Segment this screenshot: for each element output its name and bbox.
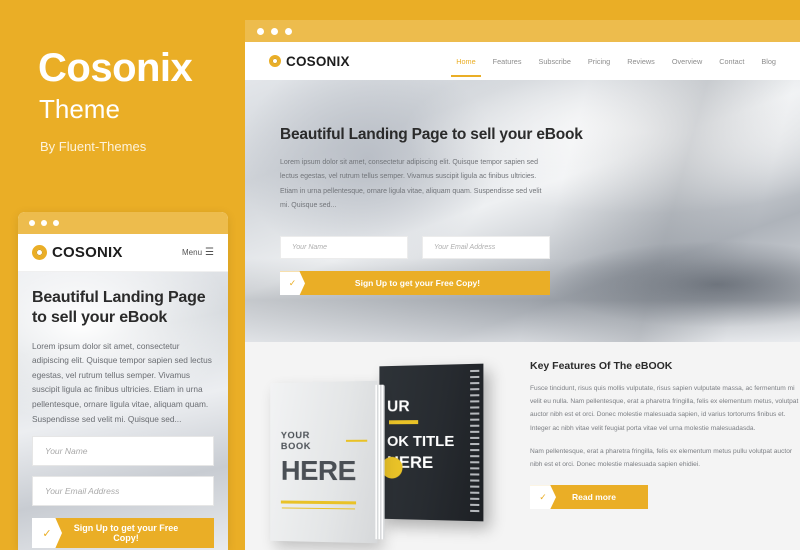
book-pages bbox=[375, 384, 385, 540]
read-more-label: Read more bbox=[572, 492, 616, 503]
nav-item-features[interactable]: Features bbox=[493, 46, 522, 77]
book-light: YOUR BOOK HERE bbox=[270, 380, 385, 544]
nav-item-contact[interactable]: Contact bbox=[719, 46, 744, 77]
mobile-menu-label: Menu bbox=[182, 248, 203, 257]
mobile-name-input[interactable]: Your Name bbox=[32, 436, 214, 467]
browser-titlebar bbox=[245, 20, 800, 42]
book-light-line2: HERE bbox=[280, 454, 356, 487]
nav-item-subscribe[interactable]: Subscribe bbox=[538, 46, 570, 77]
mobile-logo[interactable]: COSONIX bbox=[32, 244, 123, 261]
check-icon: ✓ bbox=[280, 271, 305, 296]
email-input[interactable]: Your Email Address bbox=[422, 236, 550, 260]
mobile-menu-button[interactable]: Menu ☰ bbox=[182, 246, 214, 258]
window-dot-minimize-icon[interactable] bbox=[41, 220, 47, 226]
features-paragraph-2: Nam pellentesque, erat a pharetra fringi… bbox=[530, 447, 793, 468]
book-light-rule bbox=[280, 500, 357, 505]
desktop-preview: COSONIX Home Features Subscribe Pricing … bbox=[245, 20, 800, 550]
book-light-line1: YOUR BOOK bbox=[281, 430, 368, 452]
signup-button-label: Sign Up to get your Free Copy! bbox=[354, 278, 481, 289]
brand-subtitle: Theme bbox=[39, 94, 120, 124]
mobile-hero: Beautiful Landing Page to sell your eBoo… bbox=[18, 272, 228, 550]
read-more-button[interactable]: ✓ Read more bbox=[530, 485, 648, 510]
mobile-titlebar bbox=[18, 212, 228, 234]
check-icon: ✓ bbox=[530, 485, 556, 510]
mobile-hero-heading: Beautiful Landing Page to sell your eBoo… bbox=[32, 289, 206, 327]
brand-title: Cosonix bbox=[38, 46, 193, 90]
window-dot-minimize-icon[interactable] bbox=[271, 27, 278, 35]
book-dark-line1: UR bbox=[387, 398, 410, 416]
nav-item-pricing[interactable]: Pricing bbox=[588, 46, 610, 77]
mobile-signup-button[interactable]: ✓ Sign Up to get your Free Copy! bbox=[32, 518, 214, 549]
features-paragraph-1: Fusce tincidunt, risus quis mollis vulpu… bbox=[530, 385, 799, 432]
signup-button[interactable]: ✓ Sign Up to get your Free Copy! bbox=[280, 271, 550, 296]
window-dot-maximize-icon[interactable] bbox=[53, 220, 59, 226]
features-text: Key Features Of The eBOOK Fusce tincidun… bbox=[530, 360, 800, 550]
name-input[interactable]: Your Name bbox=[280, 236, 408, 260]
ring-o-icon bbox=[32, 245, 47, 260]
mobile-navbar: COSONIX Menu ☰ bbox=[18, 234, 228, 272]
book-spiral-binding bbox=[470, 369, 480, 516]
mobile-signup-label: Sign Up to get your Free Copy! bbox=[73, 523, 179, 544]
logo-text: COSONIX bbox=[52, 244, 123, 261]
nav-item-reviews[interactable]: Reviews bbox=[627, 46, 655, 77]
book-dark-line2: OK TITLE bbox=[387, 432, 455, 451]
nav-item-blog[interactable]: Blog bbox=[761, 46, 776, 77]
book-light-dash bbox=[345, 439, 368, 443]
site-logo[interactable]: COSONIX bbox=[269, 54, 350, 69]
site-navbar: COSONIX Home Features Subscribe Pricing … bbox=[245, 42, 800, 80]
window-dot-maximize-icon[interactable] bbox=[285, 27, 292, 35]
book-dark: UR OK TITLE HERE bbox=[379, 363, 484, 522]
hero-heading: Beautiful Landing Page to sell your eBoo… bbox=[280, 126, 583, 143]
ring-o-icon bbox=[269, 55, 281, 67]
mobile-preview: COSONIX Menu ☰ Beautiful Landing Page to… bbox=[18, 212, 228, 550]
mobile-hero-paragraph: Lorem ipsum dolor sit amet, consectetur … bbox=[32, 340, 212, 424]
mobile-email-input[interactable]: Your Email Address bbox=[32, 476, 214, 507]
features-section: UR OK TITLE HERE YOUR BOOK HERE Key Feat… bbox=[245, 342, 800, 550]
logo-text: COSONIX bbox=[286, 53, 350, 69]
features-title: Key Features Of The eBOOK bbox=[530, 360, 673, 372]
signup-form: Your Name Your Email Address bbox=[280, 236, 800, 260]
window-dot-close-icon[interactable] bbox=[29, 220, 35, 226]
hero-paragraph: Lorem ipsum dolor sit amet, consectetur … bbox=[280, 159, 542, 210]
hamburger-icon: ☰ bbox=[205, 246, 214, 258]
book-mockups: UR OK TITLE HERE YOUR BOOK HERE bbox=[245, 360, 530, 550]
window-dot-close-icon[interactable] bbox=[257, 27, 264, 35]
book-dark-rule bbox=[388, 420, 419, 425]
brand-author: By Fluent-Themes bbox=[40, 139, 147, 154]
check-icon: ✓ bbox=[32, 518, 62, 549]
nav-item-home[interactable]: Home bbox=[451, 46, 482, 77]
nav-item-overview[interactable]: Overview bbox=[672, 46, 702, 77]
nav-links: Home Features Subscribe Pricing Reviews … bbox=[451, 46, 776, 77]
hero-section: Beautiful Landing Page to sell your eBoo… bbox=[245, 80, 800, 342]
